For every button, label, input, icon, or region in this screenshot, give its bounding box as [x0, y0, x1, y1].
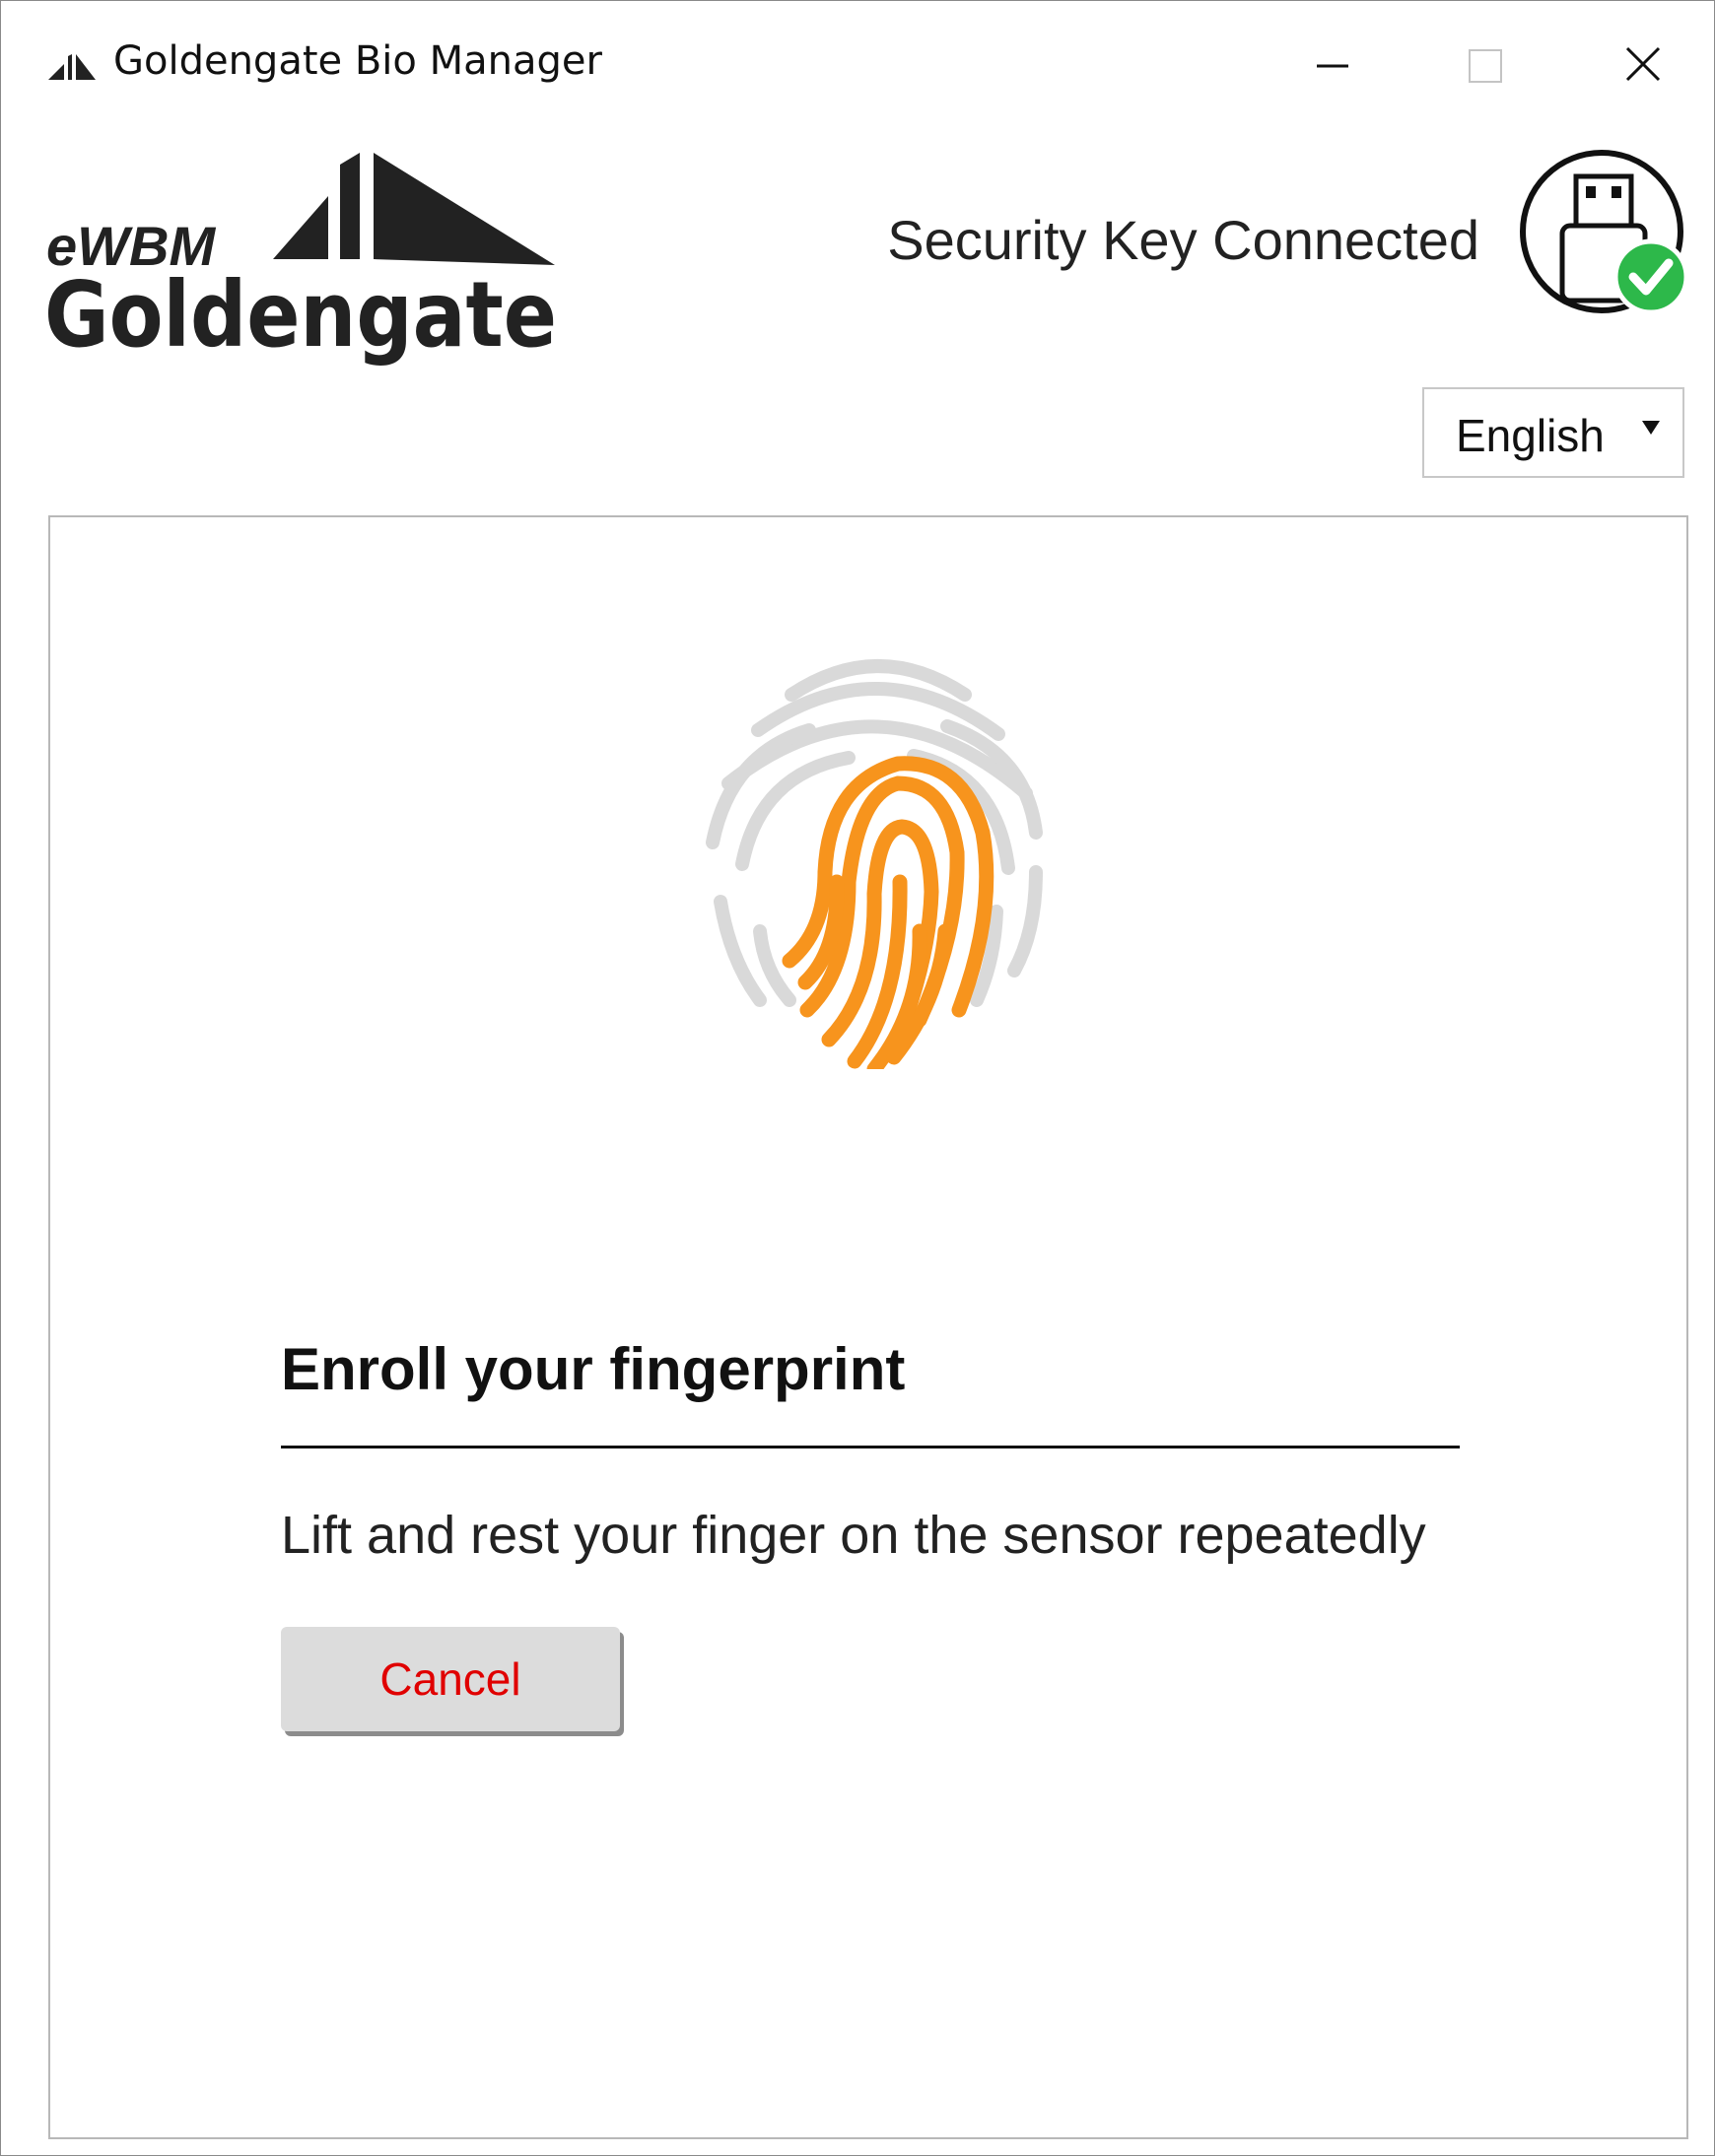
- logo-goldengate-text: Goldengate: [44, 262, 557, 368]
- close-icon: [1625, 46, 1661, 82]
- window-title: Goldengate Bio Manager: [113, 38, 602, 84]
- goldengate-logo: eWBM Goldengate: [44, 153, 557, 368]
- app-window: Goldengate Bio Manager eWBM Goldengate S…: [0, 0, 1715, 2156]
- heading-divider: [281, 1446, 1460, 1449]
- minimize-icon: [1317, 64, 1348, 68]
- dropdown-arrow-icon: [1642, 421, 1660, 435]
- language-select[interactable]: English: [1422, 387, 1684, 478]
- app-logo-icon: [48, 54, 96, 80]
- enroll-instruction: Lift and rest your finger on the sensor …: [281, 1506, 1426, 1565]
- title-bar[interactable]: Goldengate Bio Manager: [1, 1, 1714, 129]
- usb-key-connected-icon: [1520, 150, 1688, 315]
- minimize-button[interactable]: [1258, 1, 1406, 129]
- maximize-button[interactable]: [1410, 1, 1558, 129]
- enroll-panel: Enroll your fingerprint Lift and rest yo…: [48, 515, 1688, 2139]
- cancel-button[interactable]: Cancel: [281, 1627, 620, 1731]
- language-select-value: English: [1456, 410, 1605, 461]
- security-key-status: Security Key Connected: [887, 209, 1479, 271]
- cancel-button-label: Cancel: [379, 1653, 521, 1705]
- close-button[interactable]: [1568, 1, 1715, 129]
- fingerprint-icon: [706, 659, 1043, 1069]
- enroll-heading: Enroll your fingerprint: [281, 1336, 906, 1402]
- maximize-icon: [1469, 49, 1502, 83]
